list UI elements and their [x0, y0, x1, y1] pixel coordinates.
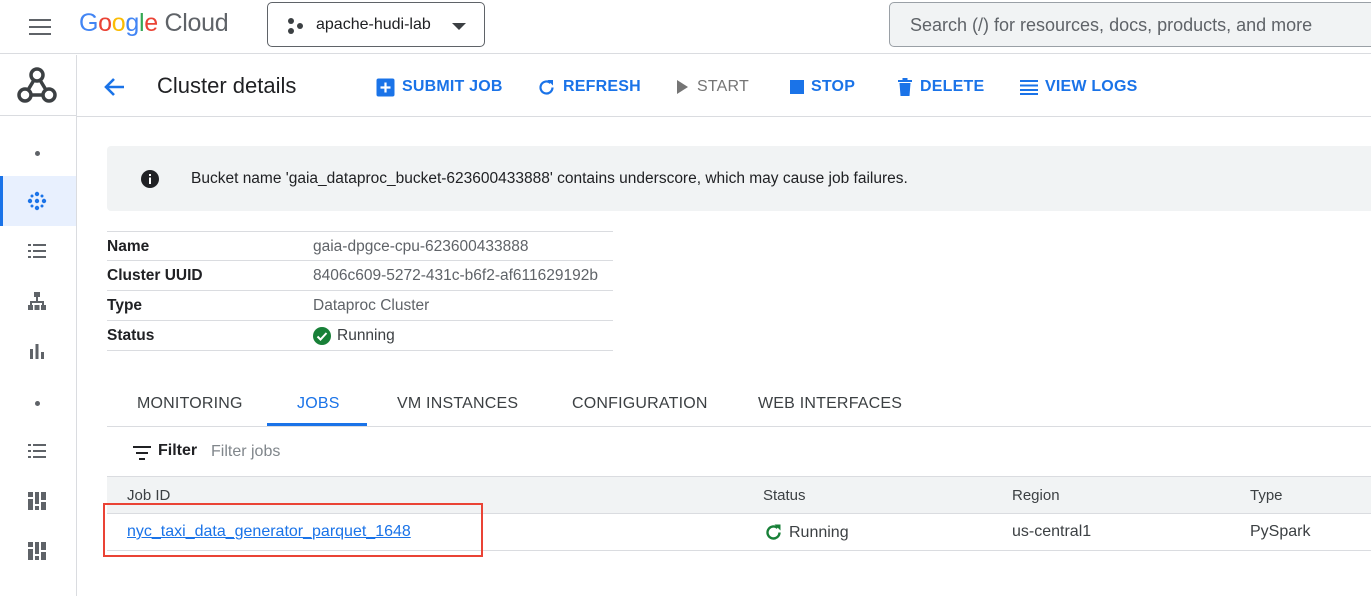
tab-web-interfaces[interactable]: WEB INTERFACES [728, 383, 928, 426]
delete-button[interactable]: DELETE [897, 75, 984, 99]
clusters-nav-item[interactable] [0, 176, 76, 226]
tab-label: VM INSTANCES [397, 395, 519, 412]
status-running-text: Running [337, 327, 395, 344]
clusters-icon [27, 191, 47, 211]
metrics-nav-item[interactable] [0, 326, 76, 376]
filter-jobs-input[interactable] [211, 441, 511, 463]
refresh-icon [539, 79, 554, 95]
workflows-nav-item[interactable] [0, 276, 76, 326]
rail-divider [0, 115, 76, 116]
project-picker[interactable]: apache-hudi-lab [267, 2, 485, 47]
dashboard-icon [28, 542, 46, 560]
detail-value: Dataproc Cluster [313, 297, 430, 314]
hierarchy-icon [28, 292, 46, 310]
tab-configuration[interactable]: CONFIGURATION [542, 383, 728, 426]
rail-dot [35, 401, 40, 406]
view-logs-button[interactable]: VIEW LOGS [1020, 75, 1137, 99]
stop-label: STOP [811, 78, 856, 95]
info-icon [141, 170, 159, 188]
column-header-region[interactable]: Region [1012, 487, 1060, 504]
job-status: Running [764, 523, 849, 542]
dashboard-icon [28, 492, 46, 510]
start-label: START [697, 78, 749, 95]
start-button[interactable]: START [674, 75, 749, 99]
dataproc-product-icon[interactable] [0, 55, 76, 115]
jobs-nav-item[interactable] [0, 226, 76, 276]
list-icon [28, 244, 46, 258]
tab-label: CONFIGURATION [572, 395, 708, 412]
dashboard-nav-item-2[interactable] [0, 526, 76, 576]
detail-row-status: Status Running [107, 321, 613, 351]
search-box[interactable] [889, 2, 1371, 47]
filter-bar: Filter [107, 427, 1371, 477]
list-icon [28, 444, 46, 458]
bar-chart-icon [30, 344, 44, 359]
job-type: PySpark [1250, 523, 1311, 540]
refresh-button[interactable]: REFRESH [537, 75, 641, 99]
project-name: apache-hudi-lab [316, 16, 431, 33]
refresh-label: REFRESH [563, 78, 641, 95]
job-status-text: Running [789, 523, 849, 541]
job-region: us-central1 [1012, 523, 1092, 540]
tab-label: MONITORING [137, 395, 243, 412]
cluster-details-table: Name gaia-dpgce-cpu-623600433888 Cluster… [107, 231, 613, 351]
action-bar: Cluster details SUBMIT JOB REFRESH START… [77, 55, 1371, 117]
back-arrow-icon[interactable] [99, 72, 129, 102]
check-circle-icon [313, 327, 331, 345]
detail-value: gaia-dpgce-cpu-623600433888 [313, 238, 529, 255]
detail-value: 8406c609-5272-431c-b6f2-af611629192b [313, 267, 598, 284]
detail-key: Name [107, 238, 150, 255]
top-bar: Google Cloud apache-hudi-lab [0, 0, 1371, 54]
detail-row-name: Name gaia-dpgce-cpu-623600433888 [107, 231, 613, 261]
tab-vm-instances[interactable]: VM INSTANCES [367, 383, 542, 426]
view-logs-label: VIEW LOGS [1045, 78, 1138, 95]
search-input[interactable] [910, 13, 1350, 37]
list-nav-item[interactable] [0, 426, 76, 476]
detail-key: Status [107, 327, 155, 344]
detail-key: Type [107, 297, 143, 314]
warning-banner: Bucket name 'gaia_dataproc_bucket-623600… [107, 146, 1371, 211]
stop-icon [790, 80, 804, 94]
stop-button[interactable]: STOP [790, 75, 855, 99]
page-title: Cluster details [157, 73, 297, 98]
left-nav-rail [0, 55, 77, 596]
dashboard-nav-item[interactable] [0, 476, 76, 526]
delete-label: DELETE [920, 78, 985, 95]
google-cloud-logo[interactable]: Google Cloud [79, 9, 229, 38]
detail-row-type: Type Dataproc Cluster [107, 291, 613, 321]
play-icon [677, 80, 688, 94]
filter-label: Filter [158, 442, 198, 459]
running-refresh-icon [766, 524, 781, 540]
column-header-status[interactable]: Status [763, 487, 806, 504]
submit-job-button[interactable]: SUBMIT JOB [376, 75, 503, 99]
detail-key: Cluster UUID [107, 267, 203, 284]
detail-value: Running [313, 327, 395, 345]
trash-icon [898, 78, 912, 96]
column-header-job-id[interactable]: Job ID [127, 487, 170, 504]
logs-icon [1020, 80, 1038, 95]
rail-dot [35, 151, 40, 156]
column-header-type[interactable]: Type [1250, 487, 1283, 504]
chevron-down-icon [452, 23, 466, 30]
hamburger-menu-icon[interactable] [22, 10, 56, 44]
submit-job-label: SUBMIT JOB [402, 78, 503, 95]
tab-jobs[interactable]: JOBS [267, 383, 367, 426]
highlight-box [103, 503, 483, 557]
project-icon [288, 18, 303, 34]
filter-icon[interactable] [133, 446, 151, 460]
add-box-icon [376, 78, 395, 96]
tab-monitoring[interactable]: MONITORING [107, 383, 267, 426]
warning-text: Bucket name 'gaia_dataproc_bucket-623600… [191, 170, 908, 187]
tab-bar: MONITORING JOBS VM INSTANCES CONFIGURATI… [107, 383, 1371, 427]
logo-cloud-text: Cloud [164, 9, 229, 37]
tab-label: WEB INTERFACES [758, 395, 903, 412]
detail-row-uuid: Cluster UUID 8406c609-5272-431c-b6f2-af6… [107, 261, 613, 291]
tab-label: JOBS [297, 395, 340, 412]
